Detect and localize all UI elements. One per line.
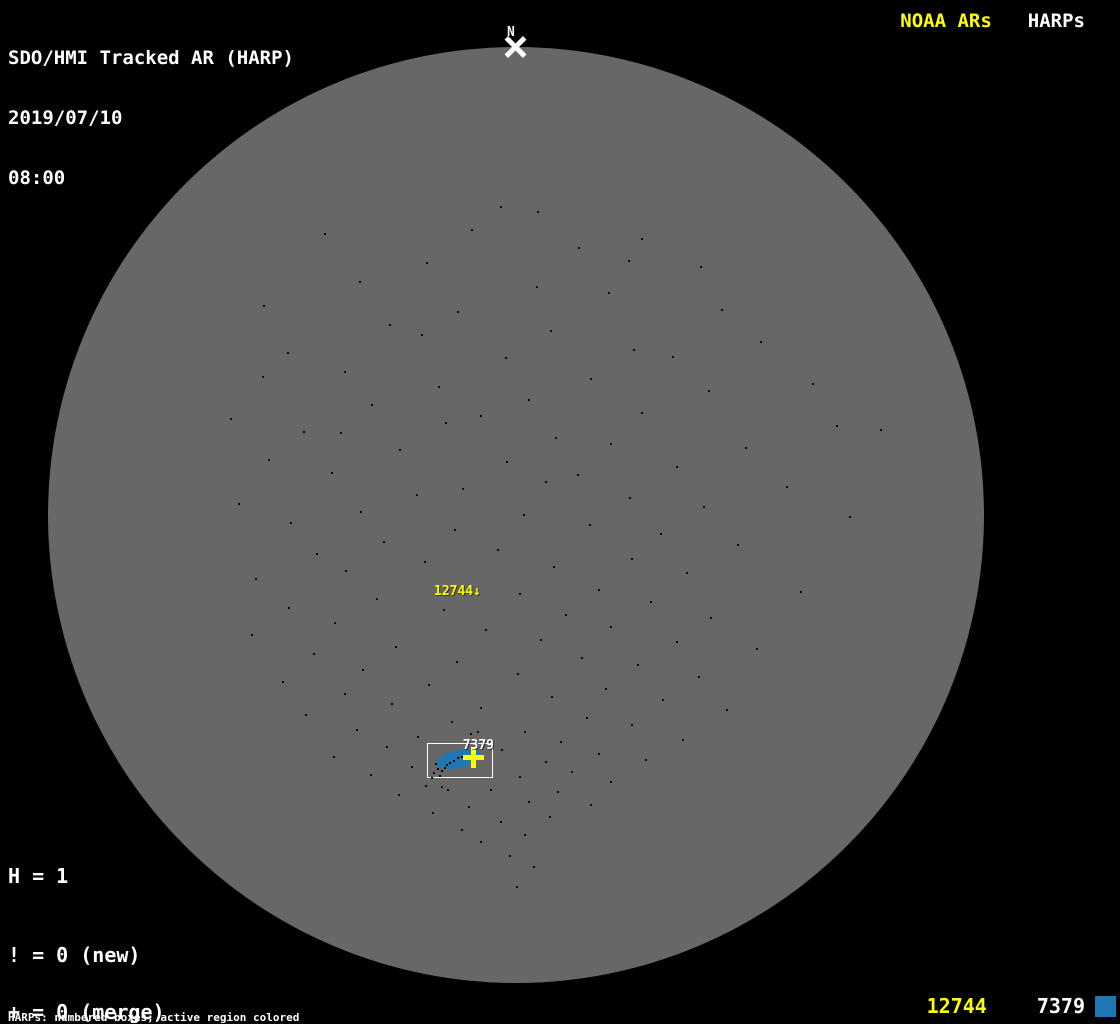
legend-line-new: ! = 0 (new) bbox=[8, 943, 141, 967]
footer-note-harps: HARPs: numbered boxes; active region col… bbox=[8, 1011, 300, 1024]
top-right-legend: NOAA ARs HARPs bbox=[900, 10, 1085, 32]
frame-date: 2019/07/10 bbox=[8, 107, 123, 129]
noaa-ar-cross-icon bbox=[463, 755, 484, 760]
harp-number: 7379 bbox=[1036, 994, 1085, 1018]
frame-time: 08:00 bbox=[8, 167, 66, 189]
noaa-ar-number: 12744 bbox=[926, 994, 987, 1018]
footer-notes: HARPs: numbered boxes; active region col… bbox=[8, 990, 392, 1024]
noaa-ars-column-label: NOAA ARs bbox=[900, 10, 992, 32]
harp-box: 7379 bbox=[427, 738, 494, 779]
harp-count-line: H = 1 bbox=[8, 864, 69, 888]
noaa-ar-shifted-label: 12744↓ bbox=[434, 584, 481, 599]
harps-column-label: HARPs bbox=[1027, 10, 1085, 32]
north-pole-x-marker-icon bbox=[502, 36, 528, 58]
header: SDO/HMI Tracked AR (HARP) 2019/07/10 08:… bbox=[8, 8, 294, 208]
page-title: SDO/HMI Tracked AR (HARP) bbox=[8, 47, 294, 69]
region-list: 12744 7379 bbox=[927, 994, 1116, 1018]
harp-number-label: 7379 bbox=[462, 738, 494, 753]
harp-color-swatch bbox=[1095, 995, 1116, 1017]
